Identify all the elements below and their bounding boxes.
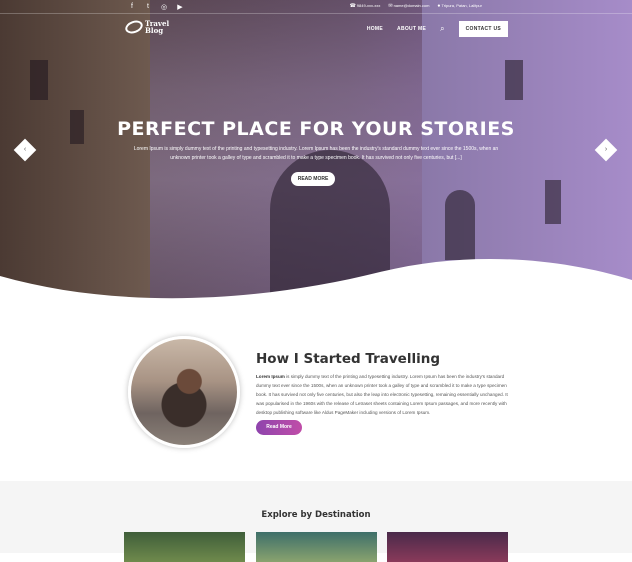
site-logo[interactable]: Travel Blog (123, 18, 169, 36)
location-pin-icon: ● (437, 3, 441, 9)
logo-swirl-icon (123, 18, 145, 36)
about-body: is simply dummy text of the printing and… (256, 374, 508, 415)
destination-title: Explore by Destination (261, 510, 371, 520)
location-text: Tripura, Patan, Lalitpur (441, 3, 482, 8)
main-navbar: Travel Blog HOME ABOUT ME ⌕ CONTACT US (0, 14, 632, 42)
hero-title: PERFECT PLACE FOR YOUR STORIES (117, 118, 515, 140)
about-lead: Lorem Ipsum (256, 374, 285, 379)
hero-description: Lorem Ipsum is simply dummy text of the … (133, 146, 499, 161)
twitter-icon[interactable]: t (144, 3, 152, 11)
hero-read-more-button[interactable]: READ MORE (291, 172, 335, 186)
search-icon[interactable]: ⌕ (440, 24, 444, 34)
about-title: How I Started Travelling (256, 351, 440, 367)
chevron-right-icon: › (604, 146, 608, 153)
nav-links: HOME ABOUT ME ⌕ CONTACT US (367, 21, 508, 37)
slider-prev-button[interactable]: ‹ (13, 138, 37, 162)
about-text: Lorem Ipsum is simply dummy text of the … (256, 372, 511, 417)
phone-icon: ☎ (349, 3, 356, 9)
chevron-left-icon: ‹ (23, 146, 27, 153)
social-links: f t ◎ ▶ (128, 3, 184, 11)
email-info[interactable]: ✉name@domain.com (388, 3, 429, 9)
nav-home[interactable]: HOME (367, 26, 383, 32)
contact-us-button[interactable]: CONTACT US (458, 21, 508, 37)
hero-wave-divider (0, 258, 632, 300)
youtube-icon[interactable]: ▶ (176, 3, 184, 11)
logo-text: Travel Blog (145, 20, 169, 34)
location-info: ●Tripura, Patan, Lalitpur (437, 3, 482, 9)
phone-info: ☎9849-xxx-xxx (350, 3, 381, 9)
facebook-icon[interactable]: f (128, 3, 136, 11)
about-read-more-button[interactable]: Read More (256, 420, 302, 435)
logo-line2: Blog (145, 26, 164, 35)
nav-about-me[interactable]: ABOUT ME (397, 26, 426, 32)
instagram-icon[interactable]: ◎ (160, 3, 168, 11)
about-photo (128, 336, 240, 448)
destination-card[interactable] (387, 532, 508, 562)
phone-text: 9849-xxx-xxx (356, 3, 381, 8)
top-bar: f t ◎ ▶ ☎9849-xxx-xxx ✉name@domain.com ●… (0, 0, 632, 14)
hero-window (545, 180, 561, 224)
hero-window (505, 60, 523, 100)
destination-section: Explore by Destination (0, 481, 632, 562)
email-text: name@domain.com (393, 3, 430, 8)
destination-card[interactable] (124, 532, 245, 562)
mail-icon: ✉ (388, 3, 393, 9)
hero-slider: f t ◎ ▶ ☎9849-xxx-xxx ✉name@domain.com ●… (0, 0, 632, 300)
contact-info: ☎9849-xxx-xxx ✉name@domain.com ●Tripura,… (350, 3, 482, 9)
slider-next-button[interactable]: › (594, 138, 618, 162)
hero-window (30, 60, 48, 100)
destination-card[interactable] (256, 532, 377, 562)
